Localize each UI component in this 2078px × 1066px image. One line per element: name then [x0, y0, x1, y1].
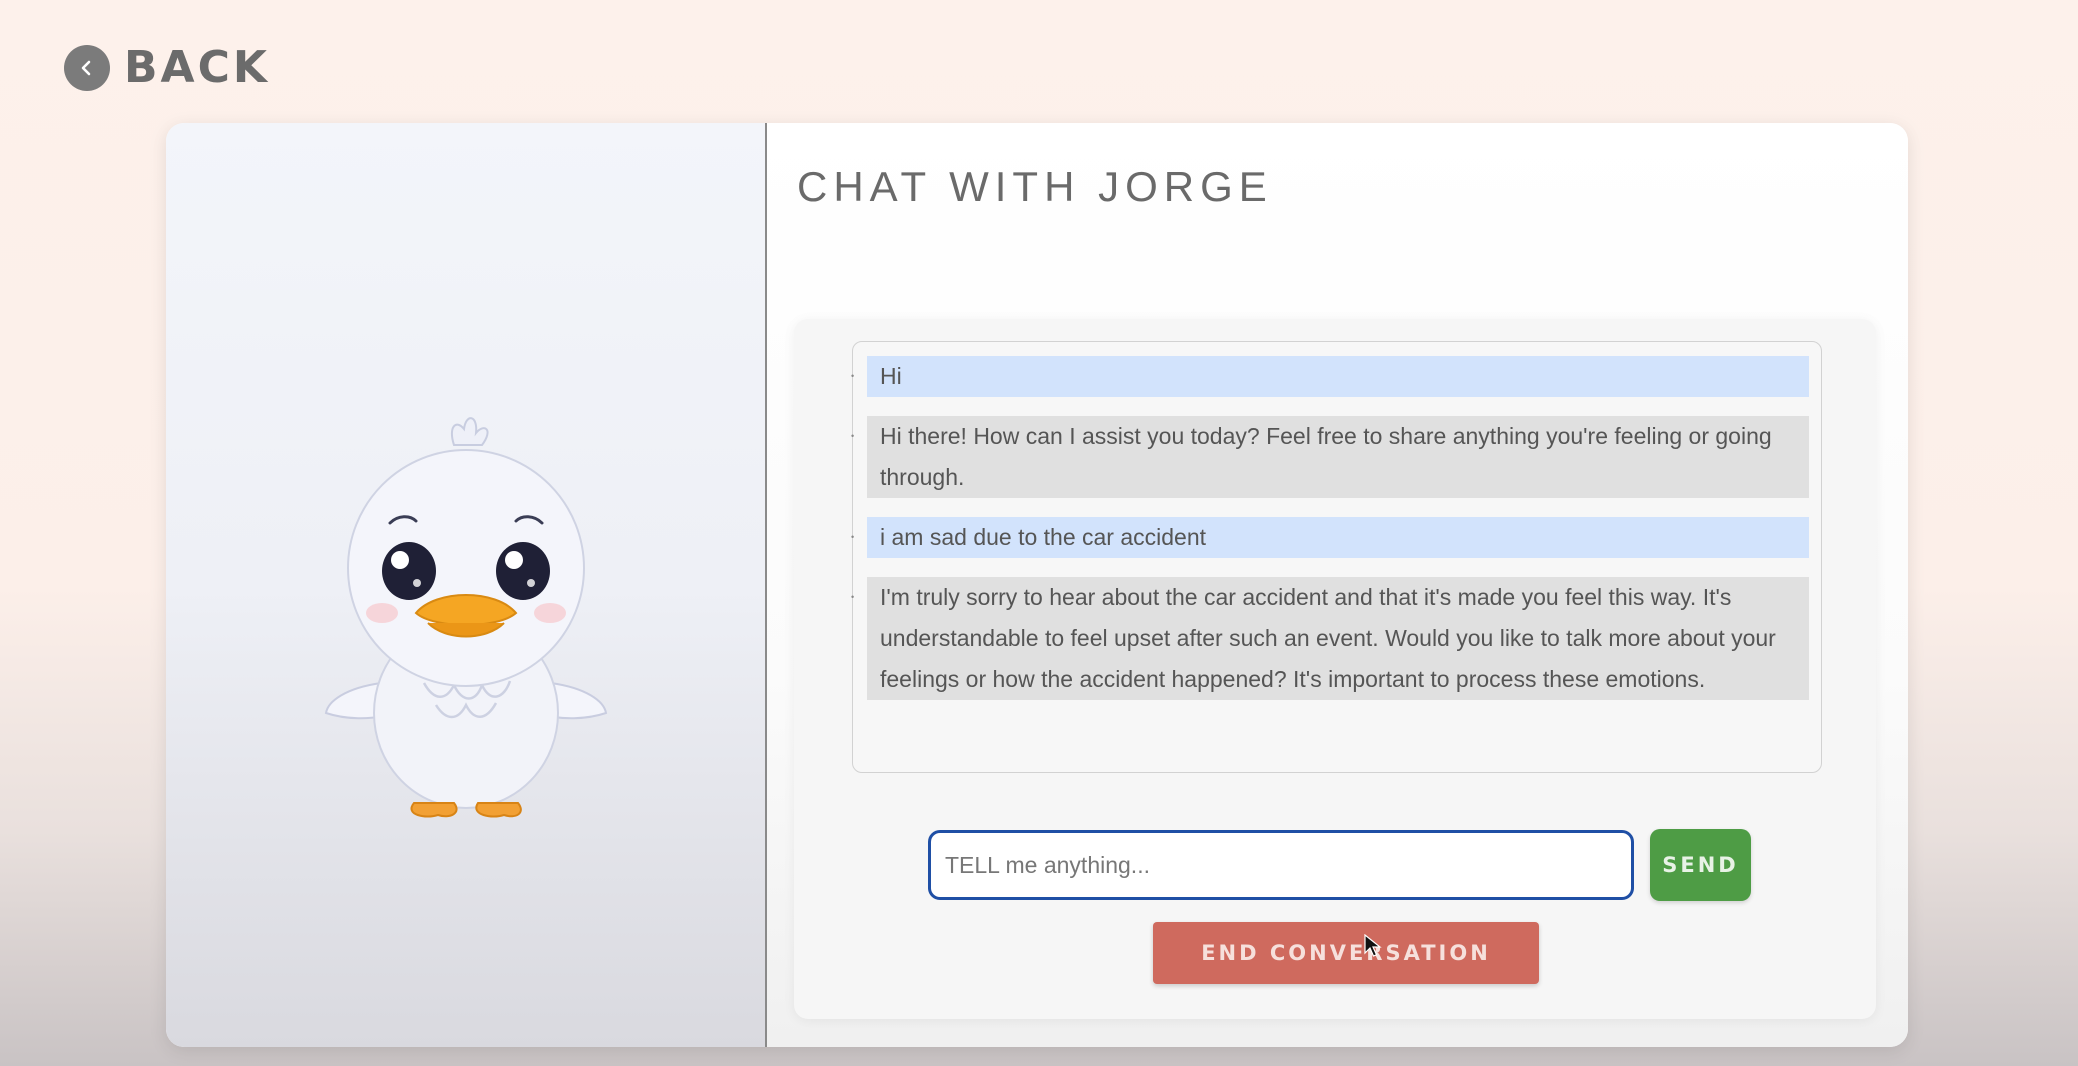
chevron-left-icon [64, 44, 110, 91]
mouse-cursor-icon [1364, 934, 1382, 957]
character-panel [166, 123, 767, 1047]
user-message: Hi [851, 356, 1809, 397]
end-conversation-button[interactable]: END CONVERSATION [1153, 922, 1539, 984]
message-list[interactable]: Hi Hi there! How can I assist you today?… [851, 341, 1822, 773]
chat-title: CHAT WITH JORGE [797, 163, 1273, 210]
input-row: SEND [928, 829, 1751, 901]
duck-mascot [324, 417, 608, 818]
chat-panel: CHAT WITH JORGE Hi Hi there! How can I a… [767, 123, 1908, 1047]
message-input[interactable] [928, 830, 1634, 900]
back-label: BACK [124, 42, 270, 93]
chat-card: CHAT WITH JORGE Hi Hi there! How can I a… [166, 123, 1908, 1047]
send-button[interactable]: SEND [1650, 829, 1751, 901]
bot-message: I'm truly sorry to hear about the car ac… [851, 577, 1809, 700]
bot-message: Hi there! How can I assist you today? Fe… [851, 416, 1809, 498]
chat-area: Hi Hi there! How can I assist you today?… [794, 319, 1876, 1019]
back-button[interactable]: BACK [64, 42, 270, 93]
user-message: i am sad due to the car accident [851, 517, 1809, 558]
